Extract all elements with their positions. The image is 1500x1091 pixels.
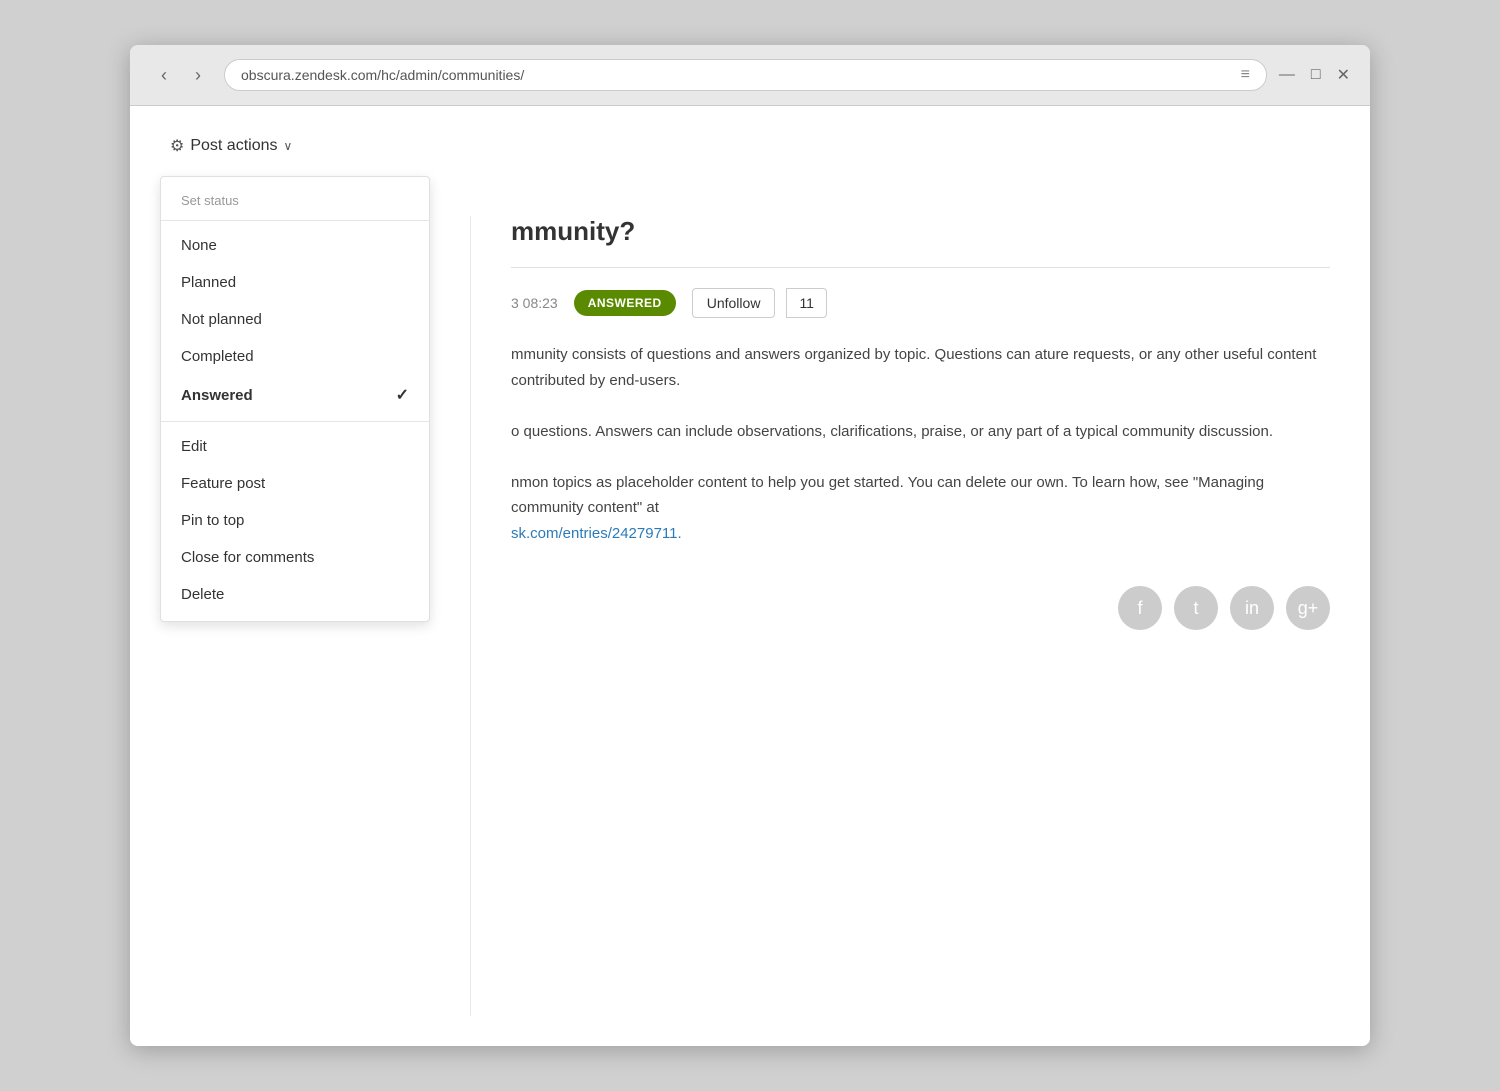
minimize-button[interactable]: — <box>1279 65 1295 85</box>
post-link[interactable]: sk.com/entries/24279711. <box>511 525 682 542</box>
dropdown-item-answered[interactable]: Answered ✓ <box>161 375 429 415</box>
dropdown-item-pin-to-top-label: Pin to top <box>181 512 244 529</box>
social-share-row: f t in g+ <box>511 586 1330 630</box>
browser-controls: — □ ✕ <box>1279 65 1350 85</box>
dropdown-item-completed-label: Completed <box>181 348 254 365</box>
divider-2 <box>161 421 429 422</box>
answered-badge: ANSWERED <box>574 290 676 316</box>
dropdown-item-feature-post-label: Feature post <box>181 475 265 492</box>
address-bar[interactable]: obscura.zendesk.com/hc/admin/communities… <box>224 59 1267 91</box>
gplus-share-button[interactable]: g+ <box>1286 586 1330 630</box>
close-button[interactable]: ✕ <box>1337 65 1350 85</box>
dropdown-item-feature-post[interactable]: Feature post <box>161 465 429 502</box>
post-title: mmunity? <box>511 216 1330 247</box>
set-status-label: Set status <box>161 185 429 214</box>
dropdown-item-not-planned-label: Not planned <box>181 311 262 328</box>
twitter-share-button[interactable]: t <box>1174 586 1218 630</box>
post-title-row: mmunity? <box>511 216 1330 247</box>
dropdown-item-delete[interactable]: Delete <box>161 576 429 613</box>
chevron-down-icon: ∨ <box>284 139 293 153</box>
hamburger-icon: ≡ <box>1241 66 1250 84</box>
dropdown-item-edit-label: Edit <box>181 438 207 455</box>
dropdown-item-none-label: None <box>181 237 217 254</box>
maximize-button[interactable]: □ <box>1311 65 1321 85</box>
post-paragraph-1: mmunity consists of questions and answer… <box>511 342 1330 393</box>
follower-count: 11 <box>786 288 827 318</box>
dropdown-item-delete-label: Delete <box>181 586 224 603</box>
dropdown-item-close-for-comments[interactable]: Close for comments <box>161 539 429 576</box>
url-text: obscura.zendesk.com/hc/admin/communities… <box>241 67 524 83</box>
browser-chrome: ‹ › obscura.zendesk.com/hc/admin/communi… <box>130 45 1370 106</box>
post-actions-label: Post actions <box>190 137 277 155</box>
dropdown-item-planned[interactable]: Planned <box>161 264 429 301</box>
check-mark-icon: ✓ <box>396 385 409 405</box>
post-paragraph-2: o questions. Answers can include observa… <box>511 419 1330 445</box>
unfollow-button[interactable]: Unfollow <box>692 288 776 318</box>
post-date: 3 08:23 <box>511 295 558 311</box>
gear-icon: ⚙ <box>170 136 184 156</box>
browser-window: ‹ › obscura.zendesk.com/hc/admin/communi… <box>130 45 1370 1046</box>
dropdown-item-not-planned[interactable]: Not planned <box>161 301 429 338</box>
back-button[interactable]: ‹ <box>150 61 178 89</box>
nav-buttons: ‹ › <box>150 61 212 89</box>
post-meta-row: 3 08:23 ANSWERED Unfollow 11 <box>511 288 1330 318</box>
dropdown-item-edit[interactable]: Edit <box>161 428 429 465</box>
post-paragraph-3: nmon topics as placeholder content to he… <box>511 470 1330 547</box>
dropdown-item-close-for-comments-label: Close for comments <box>181 549 314 566</box>
post-area: mmunity? 3 08:23 ANSWERED Unfollow 11 mm… <box>470 216 1330 1016</box>
post-title-divider <box>511 267 1330 268</box>
dropdown-item-completed[interactable]: Completed <box>161 338 429 375</box>
post-paragraph-3-text: nmon topics as placeholder content to he… <box>511 474 1264 517</box>
post-body: mmunity consists of questions and answer… <box>511 342 1330 546</box>
facebook-share-button[interactable]: f <box>1118 586 1162 630</box>
post-actions-dropdown: Set status None Planned Not planned Comp… <box>160 176 430 622</box>
forward-button[interactable]: › <box>184 61 212 89</box>
linkedin-share-button[interactable]: in <box>1230 586 1274 630</box>
divider-1 <box>161 220 429 221</box>
dropdown-item-none[interactable]: None <box>161 227 429 264</box>
post-actions-trigger[interactable]: ⚙ Post actions ∨ <box>170 136 1330 156</box>
dropdown-item-planned-label: Planned <box>181 274 236 291</box>
dropdown-item-pin-to-top[interactable]: Pin to top <box>161 502 429 539</box>
page-content: ⚙ Post actions ∨ Set status None Planned… <box>130 106 1370 1046</box>
dropdown-item-answered-label: Answered <box>181 387 253 404</box>
